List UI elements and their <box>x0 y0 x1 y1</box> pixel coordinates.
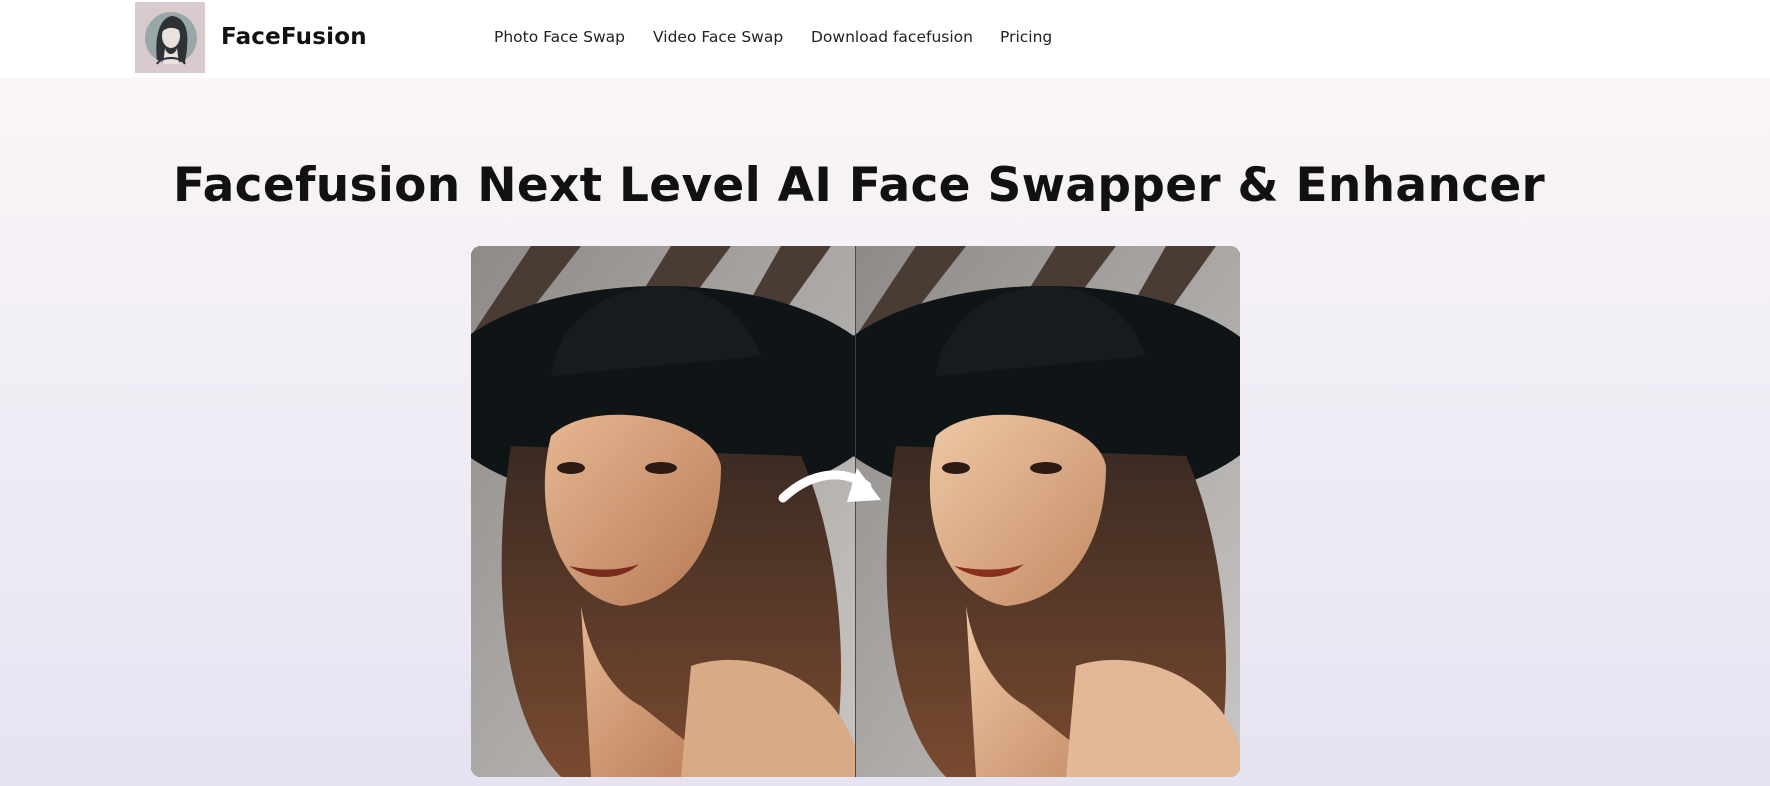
brand-logo[interactable] <box>135 2 205 73</box>
nav-pricing[interactable]: Pricing <box>1000 28 1052 46</box>
before-after-illustration <box>471 246 1240 777</box>
woman-portrait-logo-icon <box>135 2 205 73</box>
page-title: Facefusion Next Level AI Face Swapper & … <box>0 158 1770 213</box>
nav-photo-face-swap[interactable]: Photo Face Swap <box>494 28 625 46</box>
after-photo <box>816 246 1240 777</box>
nav-download-facefusion[interactable]: Download facefusion <box>811 28 973 46</box>
before-after-face-swap-image <box>471 246 1240 777</box>
nav-video-face-swap[interactable]: Video Face Swap <box>653 28 783 46</box>
brand-name[interactable]: FaceFusion <box>221 24 367 50</box>
top-navigation-bar: FaceFusion Photo Face Swap Video Face Sw… <box>0 0 1770 78</box>
before-photo <box>471 246 891 777</box>
page-title-text: Facefusion Next Level AI Face Swapper & … <box>172 158 1546 213</box>
